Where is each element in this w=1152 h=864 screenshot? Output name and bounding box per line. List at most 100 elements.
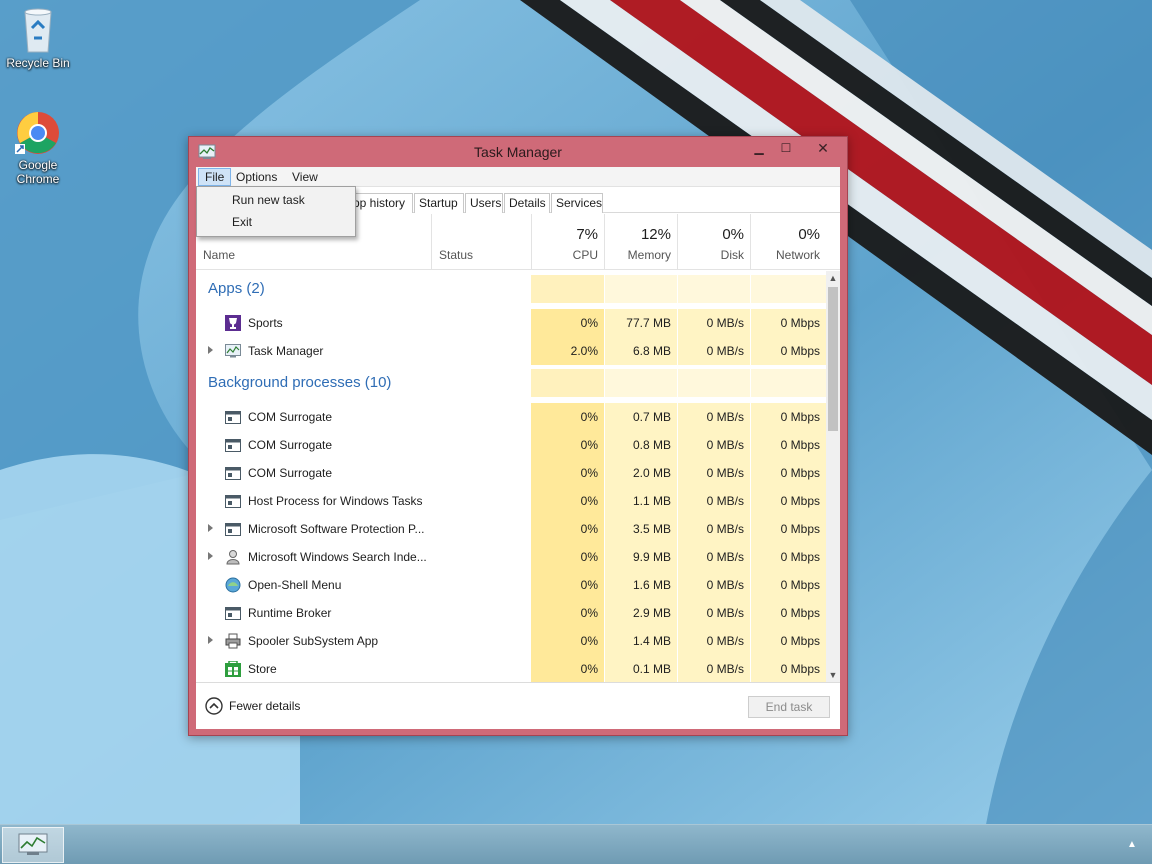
task-manager-icon bbox=[18, 833, 48, 855]
close-button[interactable]: ✕ bbox=[801, 137, 845, 159]
desktop-icon-recycle-bin[interactable]: Recycle Bin bbox=[0, 6, 76, 70]
process-name: Microsoft Windows Search Inde... bbox=[248, 550, 427, 564]
scroll-thumb[interactable] bbox=[828, 287, 838, 431]
process-network: 0 Mbps bbox=[780, 316, 820, 330]
heat-cell-memory bbox=[604, 369, 677, 397]
process-memory: 1.1 MB bbox=[632, 494, 671, 508]
process-row[interactable]: Store 0% 0.1 MB 0 MB/s 0 Mbps bbox=[196, 655, 826, 682]
process-cpu: 0% bbox=[580, 578, 598, 592]
group-header-apps[interactable]: Apps (2) bbox=[196, 275, 826, 307]
process-cpu: 0% bbox=[580, 316, 598, 330]
process-cpu: 0% bbox=[580, 634, 598, 648]
process-row[interactable]: Host Process for Windows Tasks 0% 1.1 MB 0 … bbox=[196, 487, 826, 515]
taskbar: ▲ bbox=[0, 824, 1152, 864]
heat-cell-memory bbox=[604, 275, 677, 303]
search-indexer-icon bbox=[225, 549, 241, 565]
expand-chevron-icon[interactable] bbox=[208, 346, 213, 354]
process-row[interactable]: Open-Shell Menu 0% 1.6 MB 0 MB/s 0 Mbps bbox=[196, 571, 826, 599]
memory-total: 12% bbox=[640, 226, 671, 243]
process-memory: 2.0 MB bbox=[632, 466, 671, 480]
process-disk: 0 MB/s bbox=[706, 316, 744, 330]
expand-chevron-icon[interactable] bbox=[208, 636, 213, 644]
network-total: 0% bbox=[798, 226, 820, 243]
open-shell-icon bbox=[225, 577, 241, 593]
process-disk: 0 MB/s bbox=[706, 606, 744, 620]
process-row[interactable]: Microsoft Software Protection P... 0% 3.5 … bbox=[196, 515, 826, 543]
process-name: Host Process for Windows Tasks bbox=[248, 494, 423, 508]
process-cpu: 0% bbox=[580, 494, 598, 508]
desktop-icon-chrome[interactable]: Google Chrome bbox=[0, 110, 76, 186]
process-network: 0 Mbps bbox=[780, 578, 820, 592]
tab-app-history[interactable]: pp history bbox=[346, 193, 413, 213]
process-network: 0 Mbps bbox=[780, 494, 820, 508]
disk-total: 0% bbox=[722, 226, 744, 243]
scroll-down-icon[interactable]: ▼ bbox=[826, 668, 840, 682]
end-task-button[interactable]: End task bbox=[748, 696, 830, 718]
footer-bar: Fewer details End task bbox=[196, 682, 840, 729]
scroll-up-icon[interactable]: ▲ bbox=[826, 271, 840, 285]
menu-item-exit[interactable]: Exit bbox=[198, 211, 354, 233]
tab-details[interactable]: Details bbox=[504, 193, 550, 213]
heat-cell-cpu bbox=[531, 275, 604, 303]
recycle-bin-icon bbox=[24, 8, 52, 53]
menu-file[interactable]: File bbox=[198, 168, 232, 186]
vertical-scrollbar[interactable]: ▲ ▼ bbox=[826, 271, 840, 682]
process-network: 0 Mbps bbox=[780, 466, 820, 480]
process-row[interactable]: COM Surrogate 0% 0.8 MB 0 MB/s 0 Mbps bbox=[196, 431, 826, 459]
process-row[interactable]: Runtime Broker 0% 2.9 MB 0 MB/s 0 Mbps bbox=[196, 599, 826, 627]
process-cpu: 0% bbox=[580, 550, 598, 564]
process-network: 0 Mbps bbox=[780, 550, 820, 564]
column-status[interactable]: Status bbox=[431, 214, 531, 270]
process-disk: 0 MB/s bbox=[706, 494, 744, 508]
process-name: Sports bbox=[248, 316, 283, 330]
process-disk: 0 MB/s bbox=[706, 410, 744, 424]
process-row[interactable]: Task Manager 2.0% 6.8 MB 0 MB/s 0 Mbps bbox=[196, 337, 826, 365]
process-name: Runtime Broker bbox=[248, 606, 332, 620]
tab-startup[interactable]: Startup bbox=[414, 193, 464, 213]
expand-chevron-icon[interactable] bbox=[208, 552, 213, 560]
window-app-icon bbox=[225, 465, 241, 481]
process-memory: 2.9 MB bbox=[632, 606, 671, 620]
process-name: Open-Shell Menu bbox=[248, 578, 342, 592]
window-app-icon bbox=[225, 493, 241, 509]
taskbar-button-task-manager[interactable] bbox=[2, 827, 64, 863]
menu-view[interactable]: View bbox=[286, 168, 324, 186]
process-cpu: 0% bbox=[580, 522, 598, 536]
process-disk: 0 MB/s bbox=[706, 466, 744, 480]
menu-item-run-new-task[interactable]: Run new task bbox=[198, 189, 354, 211]
process-name: COM Surrogate bbox=[248, 438, 333, 452]
process-cpu: 0% bbox=[580, 466, 598, 480]
minimize-button[interactable]: ▁ bbox=[744, 137, 774, 159]
window-app-icon bbox=[225, 605, 241, 621]
column-network[interactable]: 0% Network bbox=[750, 214, 826, 270]
tab-users[interactable]: Users bbox=[465, 193, 503, 213]
tab-services[interactable]: Services bbox=[551, 193, 603, 213]
process-row[interactable]: Sports 0% 77.7 MB 0 MB/s 0 Mbps bbox=[196, 309, 826, 337]
process-disk: 0 MB/s bbox=[706, 344, 744, 358]
show-hidden-icons-icon[interactable]: ▲ bbox=[1126, 839, 1138, 851]
process-memory: 6.8 MB bbox=[632, 344, 671, 358]
process-row[interactable]: Microsoft Windows Search Inde... 0% 9.9 MB… bbox=[196, 543, 826, 571]
group-title: Background processes (10) bbox=[208, 374, 392, 391]
process-row[interactable]: COM Surrogate 0% 0.7 MB 0 MB/s 0 Mbps bbox=[196, 403, 826, 431]
maximize-button[interactable]: ☐ bbox=[771, 137, 801, 159]
fewer-details-label: Fewer details bbox=[229, 699, 301, 713]
process-row[interactable]: COM Surrogate 0% 2.0 MB 0 MB/s 0 Mbps bbox=[196, 459, 826, 487]
column-status-label: Status bbox=[439, 248, 474, 262]
group-header-background[interactable]: Background processes (10) bbox=[196, 369, 826, 401]
column-memory[interactable]: 12% Memory bbox=[604, 214, 677, 270]
column-cpu[interactable]: 7% CPU bbox=[531, 214, 604, 270]
column-cpu-label: CPU bbox=[572, 248, 598, 262]
title-bar[interactable]: Task Manager ▁ ☐ ✕ bbox=[189, 137, 847, 167]
process-cpu: 0% bbox=[580, 438, 598, 452]
menu-options[interactable]: Options bbox=[230, 168, 283, 186]
process-row[interactable]: Spooler SubSystem App 0% 1.4 MB 0 MB/s 0 Mbp… bbox=[196, 627, 826, 655]
expand-chevron-icon[interactable] bbox=[208, 524, 213, 532]
process-network: 0 Mbps bbox=[780, 438, 820, 452]
process-memory: 1.4 MB bbox=[632, 634, 671, 648]
column-disk[interactable]: 0% Disk bbox=[677, 214, 750, 270]
process-network: 0 Mbps bbox=[780, 344, 820, 358]
window-client-area: File Options View pp history Startup Use… bbox=[196, 167, 840, 729]
column-name-label: Name bbox=[203, 248, 236, 262]
process-list: Apps (2) Sports 0% 77.7 MB 0 MB/s 0 Mbps Task … bbox=[196, 271, 826, 682]
